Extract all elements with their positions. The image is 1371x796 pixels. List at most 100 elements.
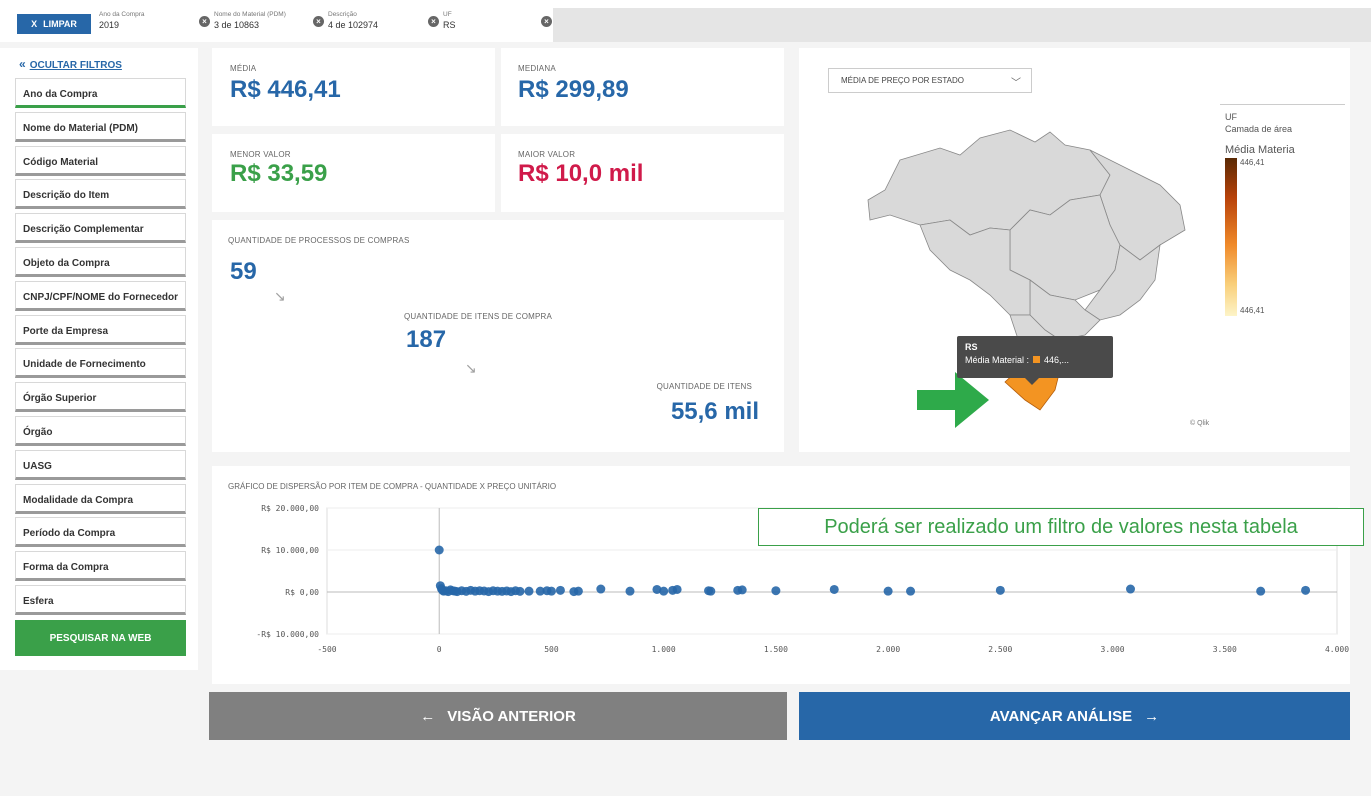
- scatter-point[interactable]: [1256, 586, 1266, 596]
- hide-filters-link[interactable]: «OCULTAR FILTROS: [19, 57, 122, 71]
- scatter-point[interactable]: [434, 545, 444, 555]
- y-tick-label: R$ 20.000,00: [261, 504, 319, 513]
- map-measure-dropdown[interactable]: MÉDIA DE PREÇO POR ESTADO ﹀: [828, 68, 1032, 93]
- tooltip-title: RS: [965, 342, 978, 352]
- kpi-menor-card: MENOR VALOR R$ 33,59: [212, 134, 495, 212]
- scatter-point[interactable]: [659, 586, 669, 596]
- tooltip-value: 446,...: [1044, 355, 1070, 365]
- kpi-mediana-card: MEDIANA R$ 299,89: [501, 48, 784, 126]
- filter-item[interactable]: Unidade de Fornecimento: [15, 348, 186, 379]
- x-tick-label: 3.000: [1101, 645, 1125, 654]
- chip-material[interactable]: × Nome do Material (PDM) 3 de 10863: [199, 10, 286, 30]
- y-tick-label: -R$ 10.000,00: [256, 630, 319, 639]
- legend-divider: [1220, 104, 1345, 105]
- remove-chip-icon[interactable]: ×: [313, 16, 324, 27]
- arrow-right-icon: →: [1144, 707, 1160, 725]
- legend-line3: Média Materia: [1225, 144, 1295, 156]
- filter-item[interactable]: Ano da Compra: [15, 78, 186, 108]
- filter-item[interactable]: Código Material: [15, 145, 186, 176]
- filter-item[interactable]: Período da Compra: [15, 517, 186, 548]
- clear-filters-button[interactable]: X LIMPAR: [17, 14, 91, 34]
- scatter-point[interactable]: [706, 586, 716, 596]
- chip-label: UF: [443, 11, 452, 18]
- color-swatch: [1033, 356, 1041, 363]
- scatter-point[interactable]: [672, 584, 682, 594]
- search-web-button[interactable]: PESQUISAR NA WEB: [15, 620, 186, 656]
- chip-label: Descrição: [328, 11, 357, 18]
- filter-item[interactable]: Forma da Compra: [15, 551, 186, 582]
- filter-item[interactable]: Esfera: [15, 585, 186, 615]
- kpi-value: R$ 10,0 mil: [518, 160, 644, 187]
- scatter-point[interactable]: [771, 586, 781, 596]
- kpi-media-card: MÉDIA R$ 446,41: [212, 48, 495, 126]
- chip-value: 2019: [99, 20, 120, 30]
- remove-chip-icon[interactable]: ×: [428, 16, 439, 27]
- scatter-point[interactable]: [1126, 584, 1136, 594]
- filter-item[interactable]: CNPJ/CPF/NOME do Fornecedor: [15, 280, 186, 311]
- chip-value: 4 de 102974: [328, 20, 379, 30]
- map-tooltip: RS Média Material : 446,...: [957, 336, 1113, 378]
- scatter-point[interactable]: [737, 585, 747, 595]
- scatter-point[interactable]: [906, 586, 916, 596]
- x-tick-label: 1.500: [764, 645, 788, 654]
- filter-item[interactable]: UASG: [15, 449, 186, 480]
- filter-item[interactable]: Objeto da Compra: [15, 247, 186, 277]
- chevron-down-icon: ﹀: [1011, 78, 1021, 89]
- filter-item[interactable]: Porte da Empresa: [15, 314, 186, 345]
- scatter-point[interactable]: [1301, 585, 1311, 595]
- scatter-point[interactable]: [883, 586, 893, 596]
- remove-chip-icon[interactable]: ×: [541, 16, 552, 27]
- kpi-quantidades-card: QUANTIDADE DE PROCESSOS DE COMPRAS 59 ↘ …: [212, 220, 784, 452]
- scatter-point[interactable]: [515, 586, 525, 596]
- chip-uf[interactable]: × UF RS: [428, 10, 456, 30]
- filter-item[interactable]: Órgão Superior: [15, 382, 186, 413]
- legend-color-scale: [1225, 158, 1237, 316]
- scatter-point[interactable]: [596, 584, 606, 594]
- scatter-point[interactable]: [573, 586, 583, 596]
- tooltip-label: Média Material :: [965, 355, 1030, 365]
- legend-line2: Camada de área: [1225, 124, 1293, 134]
- scatter-point[interactable]: [995, 585, 1005, 595]
- legend-min: 446,41: [1240, 306, 1265, 315]
- filter-item[interactable]: Modalidade da Compra: [15, 483, 186, 514]
- chip-value: RS: [443, 20, 456, 30]
- kpi-label: MEDIANA: [518, 64, 556, 73]
- clear-label: LIMPAR: [43, 19, 77, 29]
- chip-label: Ano da Compra: [99, 11, 145, 18]
- x-tick-label: 2.000: [876, 645, 900, 654]
- qlik-credit: © Qlik: [1190, 420, 1210, 427]
- chip-label: Nome do Material (PDM): [214, 11, 286, 18]
- kpi-value: 59: [230, 258, 257, 285]
- advance-analysis-button[interactable]: AVANÇAR ANÁLISE →: [799, 692, 1350, 740]
- scatter-point[interactable]: [625, 586, 635, 596]
- close-icon: X: [31, 19, 38, 29]
- scatter-point[interactable]: [546, 586, 556, 596]
- y-tick-label: R$ 10.000,00: [261, 546, 319, 555]
- arrow-left-icon: ←: [420, 707, 436, 725]
- filter-item[interactable]: Órgão: [15, 416, 186, 446]
- kpi-label: MÉDIA: [230, 64, 257, 73]
- chip-descricao[interactable]: × Descrição 4 de 102974: [313, 10, 379, 30]
- advance-analysis-label: AVANÇAR ANÁLISE: [989, 707, 1133, 725]
- filter-item[interactable]: Descrição do Item: [15, 179, 186, 210]
- arrow-down-right-icon: ↘: [465, 360, 477, 376]
- kpi-label: QUANTIDADE DE ITENS DE COMPRA: [404, 312, 553, 321]
- scatter-point[interactable]: [829, 584, 839, 594]
- x-tick-label: 0: [437, 645, 442, 654]
- scatter-point[interactable]: [555, 585, 565, 595]
- legend-max: 446,41: [1240, 158, 1265, 167]
- scatter-title: GRÁFICO DE DISPERSÃO POR ITEM DE COMPRA …: [228, 482, 557, 491]
- scatter-point[interactable]: [524, 586, 534, 596]
- dropdown-value: MÉDIA DE PREÇO POR ESTADO: [841, 76, 964, 85]
- chip-ano[interactable]: Ano da Compra 2019: [99, 10, 145, 30]
- kpi-value: R$ 299,89: [518, 76, 629, 103]
- filter-item[interactable]: Nome do Material (PDM): [15, 111, 186, 142]
- x-tick-label: 1.000: [652, 645, 676, 654]
- legend-line1: UF: [1225, 112, 1237, 122]
- filter-item[interactable]: Descrição Complementar: [15, 213, 186, 244]
- previous-view-button[interactable]: ← VISÃO ANTERIOR: [209, 692, 787, 740]
- remove-chip-icon[interactable]: ×: [199, 16, 210, 27]
- selections-area: [553, 8, 1371, 42]
- kpi-label: QUANTIDADE DE ITENS: [656, 382, 752, 391]
- arrow-down-right-icon: ↘: [274, 288, 286, 304]
